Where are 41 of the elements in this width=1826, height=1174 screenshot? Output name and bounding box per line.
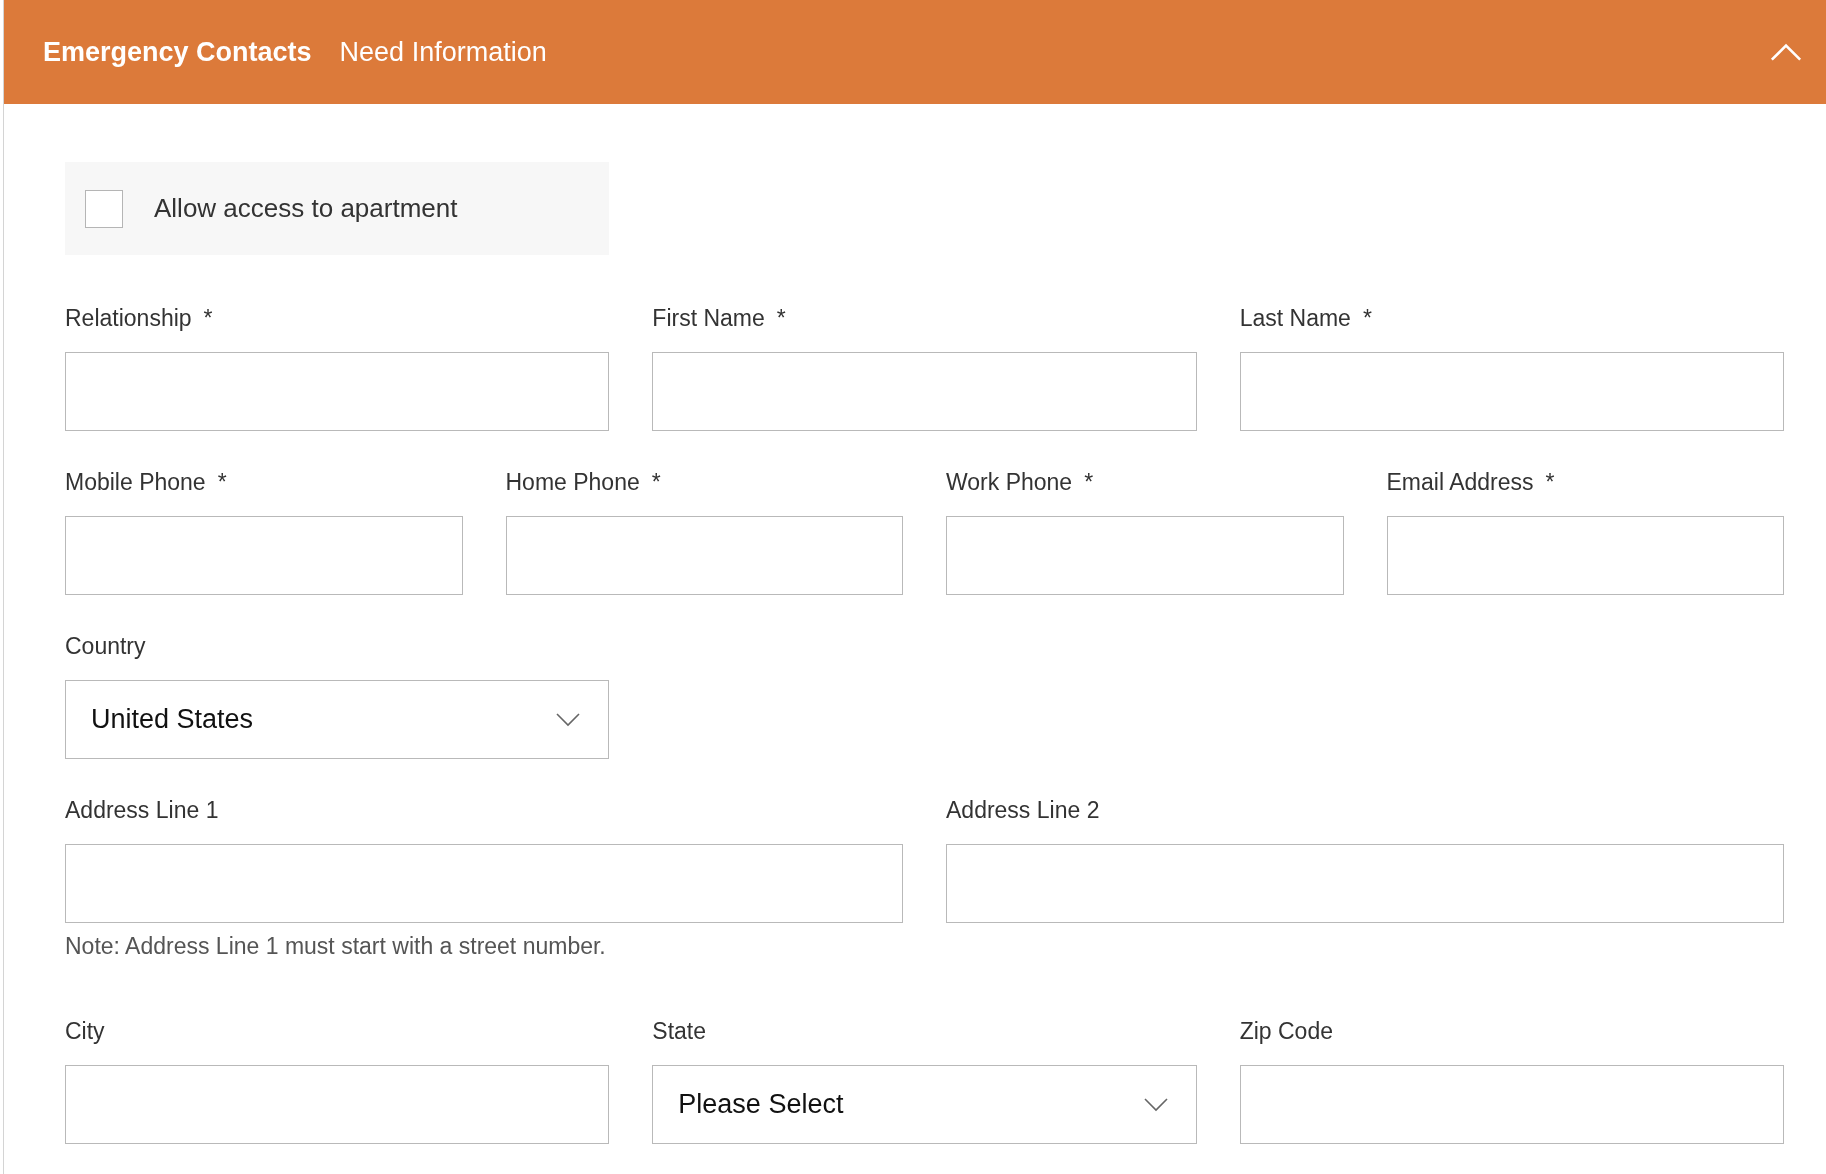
- field-label: Last Name: [1239, 304, 1351, 332]
- required-mark: *: [651, 468, 661, 496]
- note-text: Note: Address Line 1 must start with a street number.: [65, 933, 607, 960]
- input-field[interactable]: [946, 516, 1344, 595]
- collapse-icon[interactable]: [1770, 43, 1802, 61]
- required-mark: *: [1362, 304, 1372, 332]
- checkbox[interactable]: [85, 189, 123, 228]
- dropdown[interactable]: Please Select: [652, 1065, 1197, 1144]
- checkbox-label: Allow access to apartment: [154, 193, 458, 224]
- required-mark: *: [776, 304, 786, 332]
- field-label: Address Line 2: [946, 796, 1100, 824]
- field-label: Home Phone: [505, 468, 640, 496]
- chevron-down-icon: [556, 712, 581, 727]
- input-field[interactable]: [65, 844, 903, 923]
- field-label: Zip Code: [1239, 1017, 1333, 1045]
- required-mark: *: [217, 468, 227, 496]
- status-text: Need Information: [339, 36, 547, 68]
- required-mark: *: [1084, 468, 1094, 496]
- required-mark: *: [203, 304, 213, 332]
- chevron-down-icon: [1143, 1097, 1168, 1112]
- input-field[interactable]: [65, 352, 610, 431]
- dropdown[interactable]: United States: [65, 680, 610, 759]
- input-field[interactable]: [946, 844, 1784, 923]
- field-label: City: [65, 1017, 105, 1045]
- field-label: Country: [65, 632, 146, 660]
- field-label: Email Address: [1386, 468, 1534, 496]
- field-label: Work Phone: [946, 468, 1073, 496]
- field-label: Relationship: [65, 304, 192, 332]
- section-title: Emergency Contacts: [43, 36, 312, 68]
- input-field[interactable]: [65, 1065, 610, 1144]
- input-field[interactable]: [65, 516, 463, 595]
- input-field[interactable]: [505, 516, 903, 595]
- input-field[interactable]: [1386, 516, 1784, 595]
- input-field[interactable]: [652, 352, 1197, 431]
- field-label: First Name: [652, 304, 765, 332]
- required-mark: *: [1545, 468, 1555, 496]
- field-label: Address Line 1: [65, 796, 219, 824]
- field-label: Mobile Phone: [65, 468, 206, 496]
- field-label: State: [652, 1017, 707, 1045]
- input-field[interactable]: [1239, 1065, 1784, 1144]
- input-field[interactable]: [1239, 352, 1784, 431]
